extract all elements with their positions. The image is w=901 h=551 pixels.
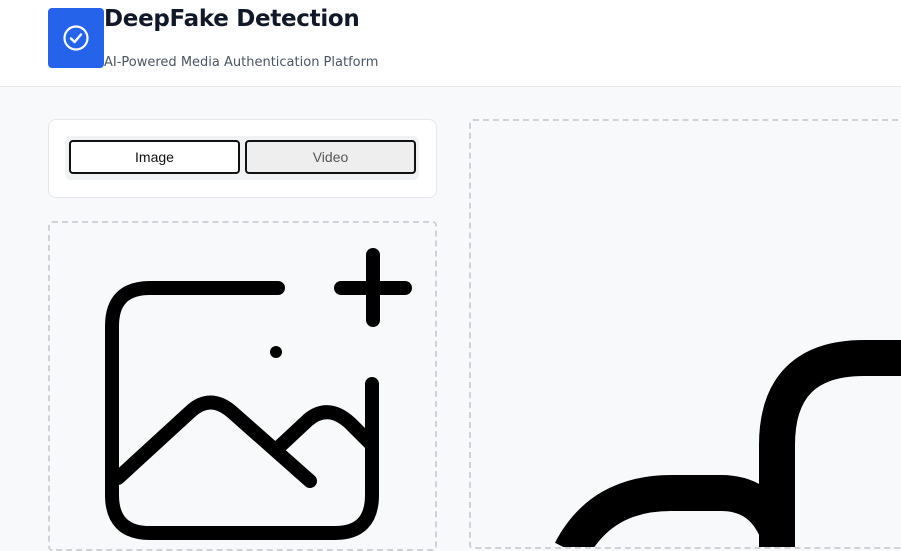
app-title: DeepFake Detection	[104, 6, 360, 32]
app-header: DeepFake Detection AI-Powered Media Auth…	[0, 0, 901, 87]
upload-dropzone[interactable]	[48, 221, 437, 551]
app-logo	[48, 8, 104, 68]
image-add-icon	[105, 248, 412, 540]
media-type-card: Image Video	[48, 119, 437, 198]
media-type-toggle: Image Video	[65, 136, 419, 180]
image-tab-button[interactable]: Image	[69, 140, 240, 174]
preview-area	[469, 119, 901, 549]
image-placeholder-icon	[555, 340, 901, 547]
check-circle-icon	[63, 25, 89, 51]
app-subtitle: AI-Powered Media Authentication Platform	[104, 55, 379, 70]
video-tab-button[interactable]: Video	[245, 140, 416, 174]
